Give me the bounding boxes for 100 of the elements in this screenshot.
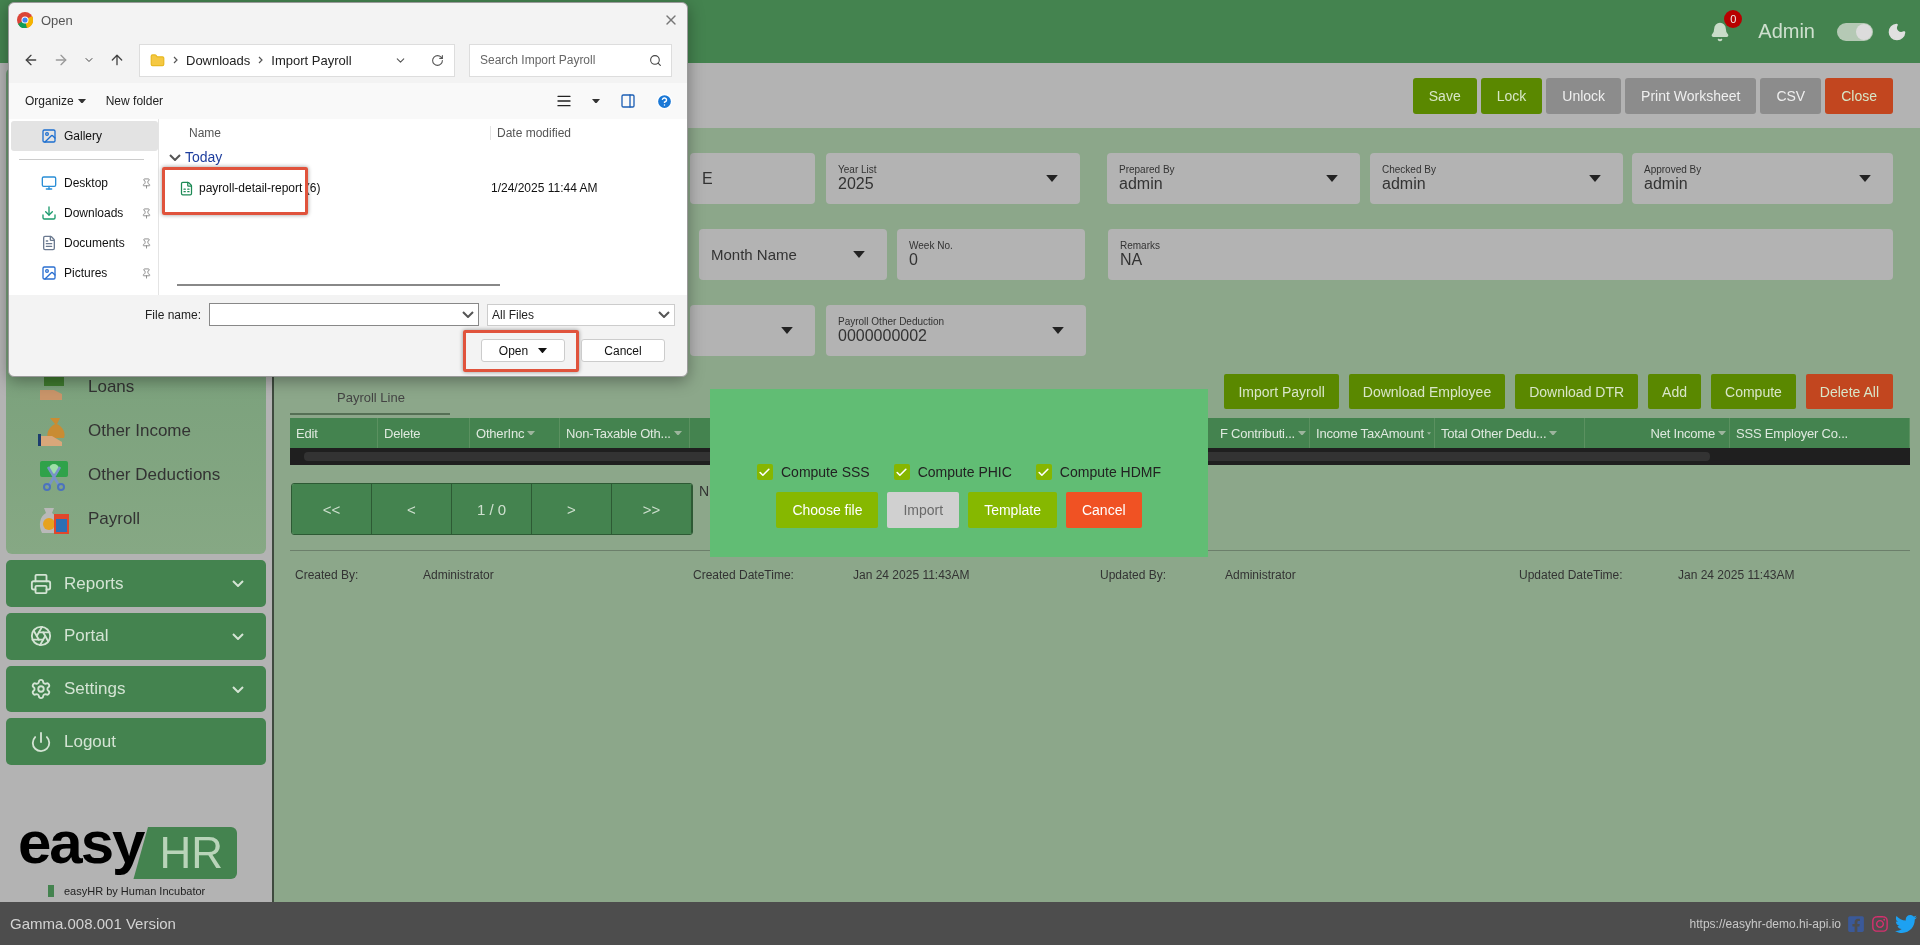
input-field[interactable]: E <box>690 153 815 204</box>
column-header[interactable]: Non-Taxable Oth... <box>566 425 671 441</box>
site-link[interactable]: https://easyhr-demo.hi-api.io <box>1689 916 1841 931</box>
checkbox[interactable] <box>1035 464 1052 480</box>
audit-value: Jan 24 2025 11:43AM <box>853 568 971 582</box>
file-name-field[interactable] <box>209 303 479 326</box>
filter-icon[interactable] <box>673 430 682 436</box>
dropdown-caret-icon <box>1052 327 1064 334</box>
power-icon <box>30 730 52 753</box>
organize-menu[interactable]: Organize <box>25 94 86 108</box>
preview-pane-icon[interactable] <box>620 93 636 109</box>
group-header[interactable]: Today <box>159 147 687 167</box>
select-field[interactable] <box>690 305 815 356</box>
column-header[interactable]: OtherInc <box>476 425 525 441</box>
caret-icon[interactable] <box>538 347 548 354</box>
tab[interactable]: Payroll Line <box>290 390 450 415</box>
menu-item[interactable]: Payroll <box>6 497 266 542</box>
pin-icon <box>141 177 152 189</box>
action-button[interactable]: Download Employee <box>1348 374 1506 409</box>
filter-icon[interactable] <box>1718 430 1726 436</box>
column-header[interactable]: Income TaxAmount <box>1316 425 1424 441</box>
bell-icon[interactable] <box>1710 21 1731 42</box>
select-field[interactable]: Approved By admin <box>1632 153 1893 204</box>
picture-icon <box>41 128 57 144</box>
column-header[interactable]: Net Income <box>1650 425 1715 441</box>
checkbox[interactable] <box>893 464 910 480</box>
pager-button[interactable]: 1 / 0 <box>452 484 532 534</box>
action-button[interactable]: Download DTR <box>1515 374 1639 409</box>
toolbar-button[interactable]: Save <box>1412 77 1477 114</box>
audit-label: Updated By: <box>1100 568 1168 582</box>
action-button[interactable]: Delete All <box>1805 374 1893 409</box>
menu-section[interactable]: Reports <box>6 560 266 608</box>
toolbar-button[interactable]: Lock <box>1480 77 1543 114</box>
search-field[interactable]: Search Import Payroll <box>469 43 672 77</box>
dialog-button[interactable]: Open <box>481 339 565 362</box>
forward-arrow-icon[interactable] <box>53 52 69 68</box>
action-button[interactable]: Compute <box>1711 374 1796 409</box>
column-header[interactable]: Total Other Dedu... <box>1441 425 1547 441</box>
pager-button[interactable]: << <box>292 484 372 534</box>
checkbox[interactable] <box>757 464 773 480</box>
menu-item[interactable]: Other Deductions <box>6 453 266 498</box>
select-field[interactable]: Month Name <box>699 229 887 280</box>
breadcrumb-item[interactable]: Downloads <box>186 52 251 68</box>
dropdown-caret-icon <box>1046 175 1058 182</box>
browser-logo-icon <box>17 12 33 28</box>
action-button[interactable]: Import Payroll <box>1224 374 1339 409</box>
select-field[interactable]: Checked By admin <box>1370 153 1623 204</box>
menu-section[interactable]: Portal <box>6 613 266 660</box>
column-header[interactable]: Delete <box>384 425 421 441</box>
dropdown-caret-icon <box>853 251 865 258</box>
input-field[interactable]: Week No. 0 <box>897 229 1085 280</box>
nav-item[interactable]: Documents <box>11 228 158 258</box>
nav-item[interactable]: Gallery <box>11 121 158 151</box>
nav-item[interactable]: Desktop <box>11 168 158 198</box>
select-field[interactable]: Payroll Other Deduction 0000000002 <box>826 305 1086 356</box>
column-header[interactable]: SSS Employer Co... <box>1736 425 1848 441</box>
chevron-down-icon <box>169 153 181 161</box>
breadcrumb-item[interactable]: Import Payroll <box>271 52 352 68</box>
toolbar-button[interactable]: Close <box>1825 77 1893 114</box>
filter-icon[interactable] <box>1549 430 1558 436</box>
input-field[interactable]: Remarks NA <box>1108 229 1893 280</box>
dialog-button[interactable]: Cancel <box>581 339 665 362</box>
pager-button[interactable]: < <box>372 484 452 534</box>
pager-button[interactable]: > <box>532 484 612 534</box>
column-header[interactable]: Name <box>159 126 491 140</box>
address-bar[interactable]: Downloads Import Payroll <box>139 43 455 77</box>
file-type-dropdown[interactable]: All Files <box>487 303 675 326</box>
dropdown-caret-icon <box>781 327 793 334</box>
theme-toggle[interactable] <box>1837 22 1873 41</box>
select-field[interactable]: Year List 2025 <box>826 153 1080 204</box>
dialog-button[interactable]: Template <box>968 492 1057 528</box>
dialog-button[interactable]: Cancel <box>1065 492 1142 528</box>
chevron-right-icon <box>258 56 264 64</box>
menu-section[interactable]: Logout <box>6 718 266 765</box>
select-field[interactable]: Prepared By admin <box>1107 153 1360 204</box>
help-icon[interactable] <box>656 92 673 110</box>
download-icon <box>41 205 57 221</box>
filter-icon[interactable] <box>1426 430 1431 436</box>
logo-tagline: easyHR by Human Incubator <box>64 884 206 897</box>
refresh-icon[interactable] <box>431 53 444 67</box>
filter-icon[interactable] <box>527 430 536 436</box>
caret-icon[interactable] <box>592 98 600 104</box>
nav-item[interactable]: Pictures <box>11 258 158 288</box>
filter-icon[interactable] <box>1298 430 1306 436</box>
instagram-icon[interactable] <box>1871 914 1889 933</box>
nav-item[interactable]: Downloads <box>11 198 158 228</box>
menu-section[interactable]: Settings <box>6 665 266 713</box>
new-folder-button[interactable]: New folder <box>105 94 164 108</box>
audit-value: Jan 24 2025 11:43AM <box>1678 568 1796 582</box>
column-header[interactable]: F Contributi... <box>1219 425 1295 441</box>
dialog-button[interactable]: Choose file <box>776 492 879 528</box>
menu-item[interactable]: Other Income <box>6 409 266 454</box>
column-header[interactable]: Edit <box>296 425 318 441</box>
pager-button[interactable]: >> <box>612 484 692 534</box>
action-button[interactable]: Add <box>1648 374 1702 409</box>
user-name: Admin <box>1758 20 1815 43</box>
list-view-icon[interactable] <box>556 93 572 109</box>
column-header[interactable]: Date modified <box>491 126 572 140</box>
twitter-icon[interactable] <box>1895 912 1917 935</box>
monitor-icon <box>41 175 57 191</box>
